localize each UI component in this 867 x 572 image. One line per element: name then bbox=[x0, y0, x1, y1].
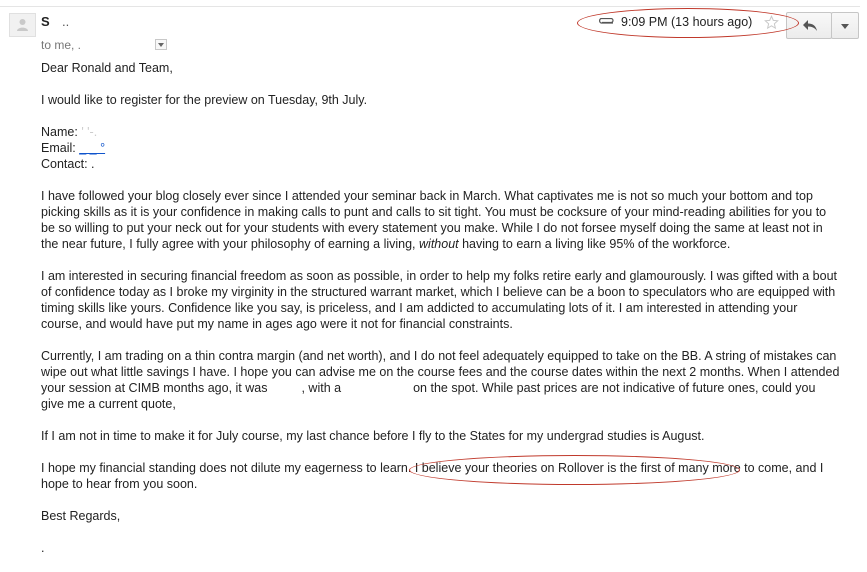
intro-paragraph: I would like to register for the preview… bbox=[41, 93, 368, 107]
contact-value: . bbox=[91, 157, 95, 171]
paragraph-eagerness: I hope my financial standing does not di… bbox=[41, 461, 824, 491]
sender-name[interactable]: S bbox=[41, 14, 50, 29]
recipient-line: to me, . bbox=[41, 38, 82, 52]
closing: Best Regards, bbox=[41, 509, 121, 523]
emphasis-without: without bbox=[419, 237, 459, 251]
timestamp[interactable]: 9:09 PM (13 hours ago) bbox=[621, 15, 752, 29]
reply-icon bbox=[803, 20, 817, 31]
greeting: Dear Ronald and Team, bbox=[41, 61, 173, 75]
more-options-button[interactable] bbox=[831, 12, 859, 39]
paragraph-timing: If I am not in time to make it for July … bbox=[41, 429, 705, 443]
star-icon[interactable] bbox=[764, 15, 779, 30]
chevron-down-icon bbox=[841, 24, 849, 29]
name-label: Name: bbox=[41, 125, 78, 139]
paragraph-blog: I have followed your blog closely ever s… bbox=[41, 188, 841, 252]
contact-label: Contact: bbox=[41, 157, 88, 171]
contact-fields: Name: ' '-. Email: _ _ ° Contact: . bbox=[41, 124, 841, 172]
email-label: Email: bbox=[41, 141, 76, 155]
paragraph-financial-freedom: I am interested in securing financial fr… bbox=[41, 269, 838, 331]
divider bbox=[0, 6, 860, 7]
person-icon bbox=[17, 19, 28, 31]
paragraph-blog-end: having to earn a living like 95% of the … bbox=[462, 237, 731, 251]
name-field: Name: ' '-. bbox=[41, 124, 841, 140]
paperclip-icon bbox=[599, 18, 614, 24]
contact-field: Contact: . bbox=[41, 156, 841, 172]
paragraph-trading: Currently, I am trading on a thin contra… bbox=[41, 348, 841, 412]
message-header: S .. to me, . 9:09 PM (13 hours ago) bbox=[0, 0, 867, 60]
message-body: Dear Ronald and Team, I would like to re… bbox=[41, 60, 841, 572]
details-dropdown[interactable] bbox=[155, 39, 167, 50]
name-value: ' '-. bbox=[81, 125, 98, 139]
signature: . bbox=[41, 541, 45, 555]
paragraph-trading-mid: , with a bbox=[301, 381, 342, 395]
reply-button[interactable] bbox=[786, 12, 832, 39]
email-link[interactable]: _ _ ° bbox=[79, 141, 105, 155]
avatar[interactable] bbox=[9, 13, 36, 37]
sender-redacted: .. bbox=[62, 14, 70, 29]
email-field: Email: _ _ ° bbox=[41, 140, 841, 156]
chevron-down-icon bbox=[158, 43, 164, 47]
